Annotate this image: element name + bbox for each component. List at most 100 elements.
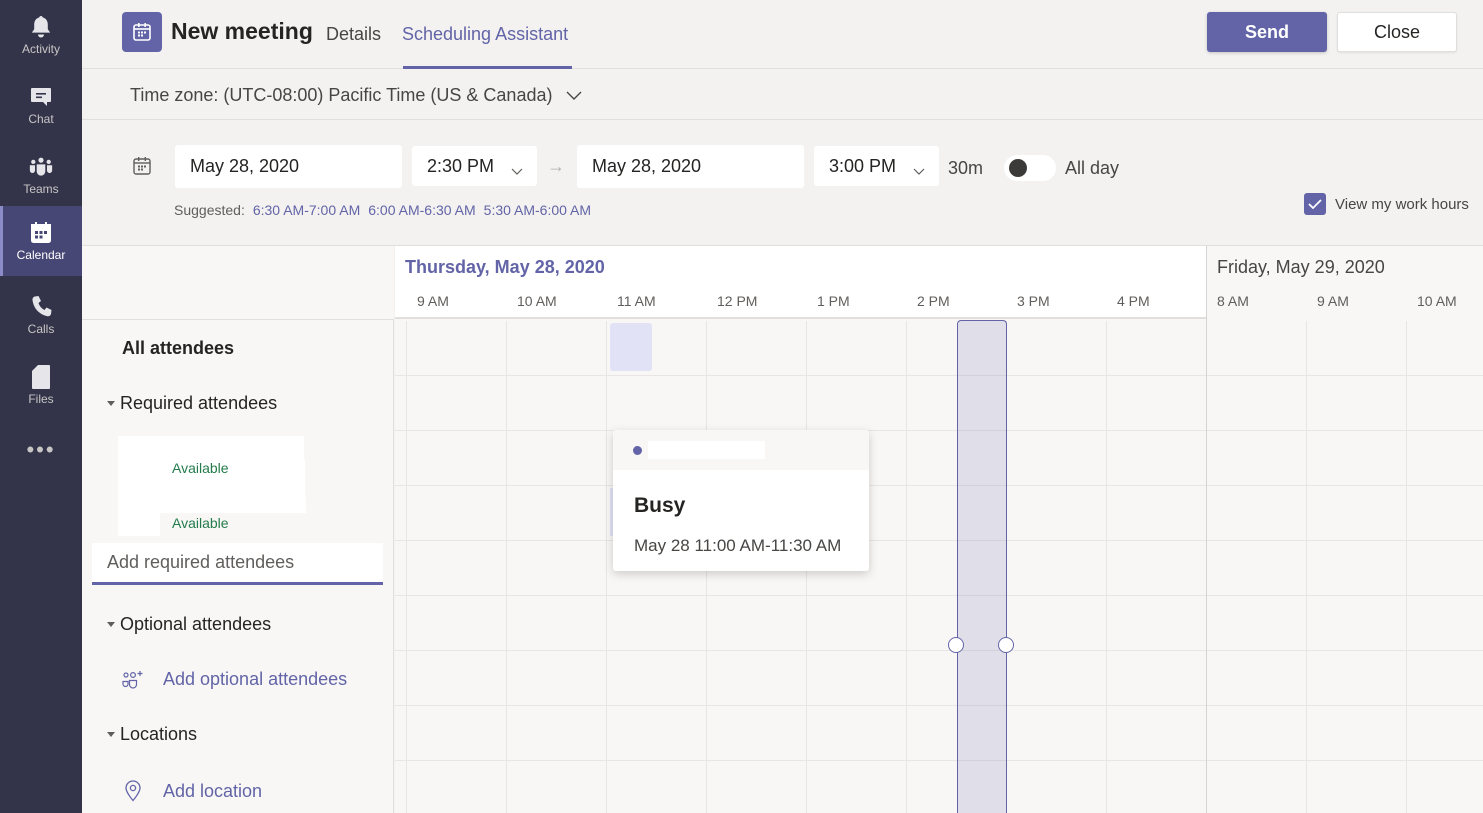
timezone-bar: Time zone: (UTC-08:00) Pacific Time (US … <box>82 69 1483 120</box>
grid-line-vertical <box>506 321 507 813</box>
hour-label: 1 PM <box>817 293 850 309</box>
start-time-value: 2:30 PM <box>427 155 495 176</box>
meeting-header: New meeting Details Scheduling Assistant… <box>82 0 1483 69</box>
required-attendees-label: Required attendees <box>120 393 278 413</box>
view-work-hours-label: View my work hours <box>1335 195 1469 213</box>
redacted-name <box>648 441 765 459</box>
calendar-app-icon <box>122 12 162 52</box>
selected-time-range[interactable] <box>957 320 1007 813</box>
day-divider <box>1206 246 1207 813</box>
timezone-label: Time zone: (UTC-08:00) Pacific Time (US … <box>130 85 553 105</box>
add-optional-attendees-label: Add optional attendees <box>163 669 348 689</box>
grid-line-horizontal <box>395 485 1483 486</box>
date-time-row: May 28, 2020 2:30 PM → May 28, 2020 3:00… <box>82 120 1483 246</box>
hour-label: 2 PM <box>917 293 950 309</box>
end-time-value: 3:00 PM <box>829 155 897 176</box>
grid-line-vertical <box>406 321 407 813</box>
chevron-down-icon <box>566 85 582 106</box>
phone-icon <box>29 295 53 319</box>
toggle-knob <box>1009 159 1027 177</box>
popup-header <box>613 430 869 470</box>
popup-status: Busy <box>634 494 686 517</box>
rail-item-calendar[interactable]: Calendar <box>0 206 82 276</box>
schedule-grid[interactable]: Thursday, May 28, 2020 Friday, May 29, 2… <box>395 246 1483 813</box>
busy-block[interactable] <box>610 323 652 371</box>
rail-item-files[interactable]: Files <box>0 350 82 420</box>
redacted-avatar <box>118 512 160 536</box>
rail-item-chat[interactable]: Chat <box>0 70 82 140</box>
add-optional-attendees-button[interactable]: Add optional attendees <box>122 669 347 690</box>
locations-toggle[interactable]: Locations <box>107 724 197 745</box>
caret-down-icon <box>107 401 115 406</box>
end-time-dropdown[interactable]: 3:00 PM <box>814 146 939 186</box>
view-work-hours-checkbox[interactable]: View my work hours <box>1304 193 1469 215</box>
bell-icon <box>29 15 53 39</box>
attendees-panel: All attendees Required attendees Availab… <box>82 246 394 813</box>
close-button[interactable]: Close <box>1337 12 1457 52</box>
hour-label: 4 PM <box>1117 293 1150 309</box>
rail-label: Chat <box>28 111 54 126</box>
status-dot-icon <box>633 446 642 455</box>
chevron-down-icon <box>913 160 925 181</box>
hour-label: 11 AM <box>617 293 656 309</box>
suggested-times: Suggested: 6:30 AM-7:00 AM 6:00 AM-6:30 … <box>174 202 591 218</box>
suggested-slot[interactable]: 5:30 AM-6:00 AM <box>484 202 591 218</box>
calendar-icon <box>29 221 53 245</box>
hour-label: 9 AM <box>1317 293 1349 309</box>
availability-status: Available <box>172 515 229 531</box>
ellipsis-icon: ••• <box>26 437 56 462</box>
rail-label: Teams <box>23 181 59 196</box>
resize-handle-start[interactable] <box>948 637 964 653</box>
page-title: New meeting <box>171 18 313 44</box>
hour-label: 9 AM <box>417 293 449 309</box>
hour-label: 10 AM <box>517 293 557 309</box>
suggested-label: Suggested: <box>174 202 245 218</box>
all-attendees-label: All attendees <box>122 338 235 358</box>
optional-attendees-toggle[interactable]: Optional attendees <box>107 614 271 635</box>
more-apps-button[interactable]: ••• <box>0 432 82 468</box>
rail-label: Files <box>28 391 54 406</box>
suggested-slot[interactable]: 6:00 AM-6:30 AM <box>368 202 475 218</box>
rail-label: Activity <box>21 41 60 56</box>
suggested-slot[interactable]: 6:30 AM-7:00 AM <box>253 202 360 218</box>
day-header-thursday: Thursday, May 28, 2020 <box>405 257 605 277</box>
all-day-toggle[interactable] <box>1004 155 1056 181</box>
start-date-value: May 28, 2020 <box>190 156 300 176</box>
chevron-down-icon <box>511 160 523 181</box>
resize-handle-end[interactable] <box>998 637 1014 653</box>
grid-line-vertical <box>906 321 907 813</box>
required-attendees-toggle[interactable]: Required attendees <box>107 393 277 414</box>
arrow-right-icon: → <box>547 156 565 176</box>
busy-details-popup: Busy May 28 11:00 AM-11:30 AM <box>613 430 869 571</box>
app-rail: Activity Chat Teams Calendar Calls Files… <box>0 0 82 813</box>
start-time-dropdown[interactable]: 2:30 PM <box>412 146 537 186</box>
duration-label: 30m <box>948 158 984 178</box>
send-button[interactable]: Send <box>1207 12 1327 52</box>
caret-down-icon <box>107 622 115 627</box>
timezone-dropdown[interactable]: Time zone: (UTC-08:00) Pacific Time (US … <box>130 85 582 106</box>
rail-item-activity[interactable]: Activity <box>0 0 82 70</box>
rail-item-teams[interactable]: Teams <box>0 140 82 210</box>
tab-details[interactable]: Details <box>326 24 381 45</box>
popup-time: May 28 11:00 AM-11:30 AM <box>634 536 842 555</box>
grid-line-horizontal <box>395 595 1483 596</box>
add-required-attendees-input[interactable]: Add required attendees <box>92 543 383 585</box>
rail-item-calls[interactable]: Calls <box>0 280 82 350</box>
chat-icon <box>29 85 53 109</box>
tab-scheduling-assistant[interactable]: Scheduling Assistant <box>402 24 568 45</box>
end-date-picker[interactable]: May 28, 2020 <box>577 145 804 188</box>
teams-icon <box>29 155 53 179</box>
start-date-picker[interactable]: May 28, 2020 <box>175 145 402 188</box>
checkmark-icon <box>1304 193 1326 215</box>
grid-line-vertical <box>1306 321 1307 813</box>
grid-line-horizontal <box>395 540 1483 541</box>
grid-line-horizontal <box>395 430 1483 431</box>
availability-status: Available <box>172 460 229 476</box>
panel-header-spacer <box>82 246 394 320</box>
grid-line-vertical <box>606 321 607 813</box>
add-location-button[interactable]: Add location <box>122 780 262 802</box>
grid-line-horizontal <box>395 760 1483 761</box>
grid-line-horizontal <box>395 375 1483 376</box>
add-people-icon <box>122 670 144 689</box>
all-day-label: All day <box>1065 158 1120 178</box>
